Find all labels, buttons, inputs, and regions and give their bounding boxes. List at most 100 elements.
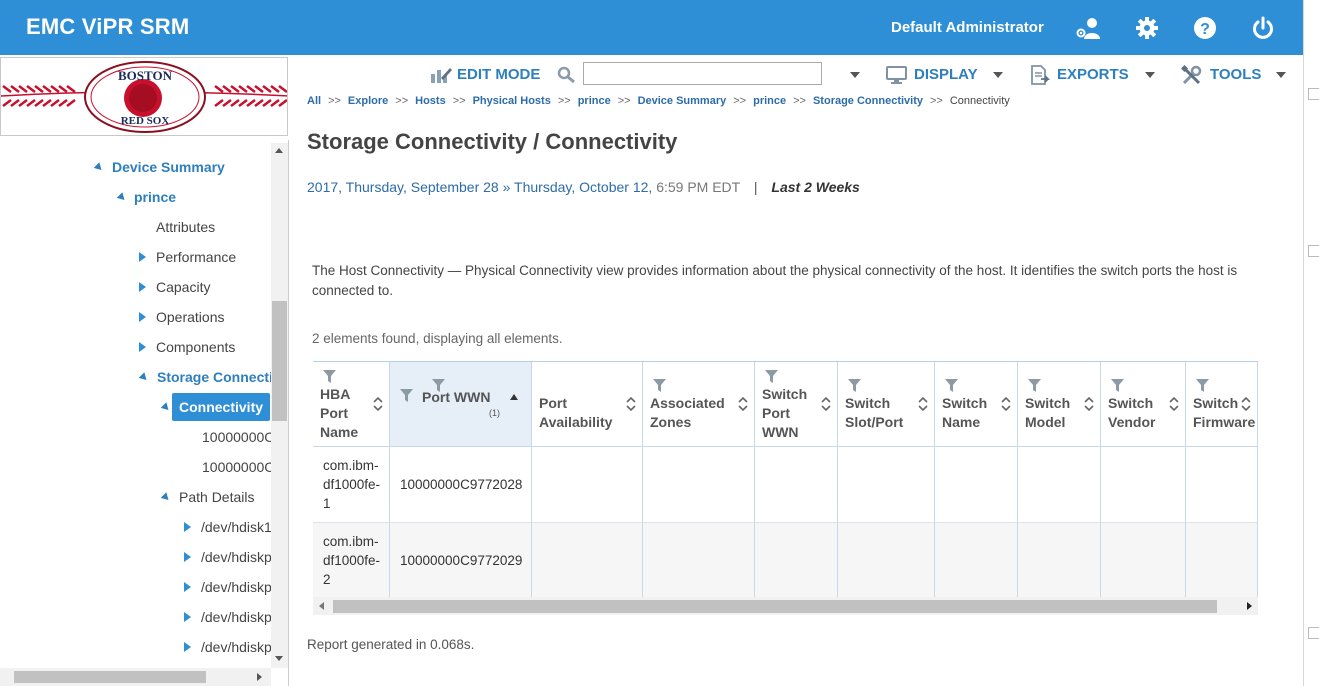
sort-icon[interactable] [1084, 396, 1094, 412]
exports-icon[interactable] [1030, 65, 1050, 85]
breadcrumb-all[interactable]: All [307, 95, 321, 107]
column-header[interactable]: Port Availability [432, 362, 643, 447]
collapse-icon[interactable] [138, 372, 150, 383]
tree-item-disk[interactable]: /dev/hdiskp [201, 635, 271, 659]
breadcrumb-hosts[interactable]: Hosts [415, 95, 446, 107]
tree-item-performance[interactable]: Performance [156, 245, 236, 269]
column-header[interactable]: Switch Model [1018, 362, 1101, 447]
scroll-left-icon[interactable] [319, 602, 324, 610]
expand-icon[interactable] [139, 252, 146, 262]
search-input[interactable] [583, 62, 822, 85]
sidebar-vertical-scrollbar[interactable] [271, 143, 288, 668]
sort-icon[interactable] [738, 396, 748, 412]
exports-dropdown-caret[interactable] [1145, 72, 1155, 78]
collapse-icon[interactable] [160, 402, 172, 413]
gear-icon[interactable] [1134, 15, 1160, 41]
tools-dropdown-caret[interactable] [1276, 72, 1286, 78]
breadcrumb-prince[interactable]: prince [753, 95, 786, 107]
table-horizontal-scrollbar[interactable] [313, 597, 1258, 615]
scrollbar-thumb[interactable] [272, 301, 287, 421]
filter-icon[interactable] [1028, 379, 1041, 392]
tree-item-device-summary[interactable]: Device Summary [112, 155, 225, 179]
scrollbar-thumb[interactable] [333, 600, 1217, 613]
tree-item-storage-connectivity[interactable]: Storage Connecti [157, 365, 271, 389]
column-header[interactable]: Port WWN (1) [390, 362, 532, 447]
tree-item-disk[interactable]: /dev/hdisk1 [201, 515, 271, 539]
help-icon[interactable]: ? [1192, 15, 1218, 41]
filter-icon[interactable] [765, 370, 778, 383]
sort-icon[interactable] [821, 396, 831, 412]
edit-mode-icon[interactable] [430, 66, 452, 84]
expand-icon[interactable] [139, 342, 146, 352]
column-header[interactable]: Switch Firmware [1186, 362, 1258, 447]
breadcrumb-explore[interactable]: Explore [348, 95, 388, 107]
tree-item-connectivity[interactable]: Connectivity [172, 393, 271, 421]
scroll-right-icon[interactable] [1247, 602, 1252, 610]
breadcrumb-storage-connectivity[interactable]: Storage Connectivity [813, 95, 923, 107]
collapse-icon[interactable] [93, 162, 105, 173]
filter-icon[interactable] [400, 389, 413, 402]
column-header[interactable]: HBA Port Name [313, 362, 390, 447]
column-header[interactable]: Switch Slot/Port [838, 362, 935, 447]
filter-icon[interactable] [323, 370, 336, 383]
breadcrumb-prince[interactable]: prince [578, 95, 611, 107]
tree-item-disk[interactable]: /dev/hdiskp [201, 605, 271, 629]
tree-item-components[interactable]: Components [156, 335, 235, 359]
tree-item-disk[interactable]: /dev/hdiskp [201, 575, 271, 599]
date-start[interactable]: 2017, Thursday, September 28 [307, 179, 499, 195]
period-selector[interactable]: Last 2 Weeks [771, 179, 859, 195]
filter-icon[interactable] [1111, 379, 1124, 392]
sort-icon[interactable] [918, 396, 928, 412]
sort-icon[interactable] [1001, 396, 1011, 412]
search-dropdown-caret[interactable] [850, 72, 860, 78]
collapse-icon[interactable] [116, 192, 128, 203]
filter-icon[interactable] [945, 379, 958, 392]
expand-icon[interactable] [184, 582, 191, 592]
exports-button[interactable]: EXPORTS [1057, 66, 1129, 84]
filter-icon[interactable] [432, 379, 445, 392]
scroll-right-icon[interactable] [257, 673, 262, 681]
sort-icon[interactable] [626, 396, 636, 412]
display-button[interactable]: DISPLAY [914, 66, 978, 84]
expand-icon[interactable] [184, 612, 191, 622]
tree-item-attributes[interactable]: Attributes [156, 215, 215, 239]
sort-icon[interactable] [1169, 396, 1179, 412]
tree-item-path-details[interactable]: Path Details [179, 485, 254, 509]
scroll-down-icon[interactable] [275, 656, 283, 661]
sort-icon[interactable] [373, 396, 383, 412]
user-name[interactable]: Default Administrator [891, 19, 1044, 36]
search-icon[interactable] [557, 66, 577, 84]
tree-item-operations[interactable]: Operations [156, 305, 224, 329]
scrollbar-thumb[interactable] [14, 671, 206, 683]
breadcrumb-device-summary[interactable]: Device Summary [638, 95, 727, 107]
column-header[interactable]: Switch Name [935, 362, 1018, 447]
sort-icon[interactable] [1241, 396, 1251, 412]
filter-icon[interactable] [848, 379, 861, 392]
expand-icon[interactable] [139, 282, 146, 292]
display-dropdown-caret[interactable] [993, 72, 1003, 78]
breadcrumb-physical-hosts[interactable]: Physical Hosts [473, 95, 551, 107]
edit-mode-button[interactable]: EDIT MODE [457, 66, 540, 84]
expand-icon[interactable] [139, 312, 146, 322]
expand-icon[interactable] [184, 642, 191, 652]
display-icon[interactable] [886, 66, 908, 84]
expand-icon[interactable] [184, 552, 191, 562]
tree-item-disk[interactable]: /dev/hdiskp [201, 545, 271, 569]
tree-item-prince[interactable]: prince [134, 185, 176, 209]
collapse-icon[interactable] [160, 492, 172, 503]
column-header[interactable]: Associated Zones [643, 362, 755, 447]
column-header[interactable]: Switch Port WWN [755, 362, 838, 447]
tools-icon[interactable] [1181, 65, 1203, 85]
tree-item-capacity[interactable]: Capacity [156, 275, 210, 299]
scroll-up-icon[interactable] [275, 148, 283, 153]
expand-icon[interactable] [184, 522, 191, 532]
tools-button[interactable]: TOOLS [1210, 66, 1261, 84]
tree-item-port[interactable]: 10000000C [202, 425, 271, 449]
filter-icon[interactable] [653, 379, 666, 392]
date-end[interactable]: Thursday, October 12, [514, 179, 652, 195]
power-icon[interactable] [1250, 15, 1276, 41]
filter-icon[interactable] [1196, 379, 1209, 392]
sort-ascending-icon[interactable] [510, 394, 518, 400]
column-header[interactable]: Switch Vendor [1101, 362, 1186, 447]
sidebar-horizontal-scrollbar[interactable] [0, 668, 271, 686]
